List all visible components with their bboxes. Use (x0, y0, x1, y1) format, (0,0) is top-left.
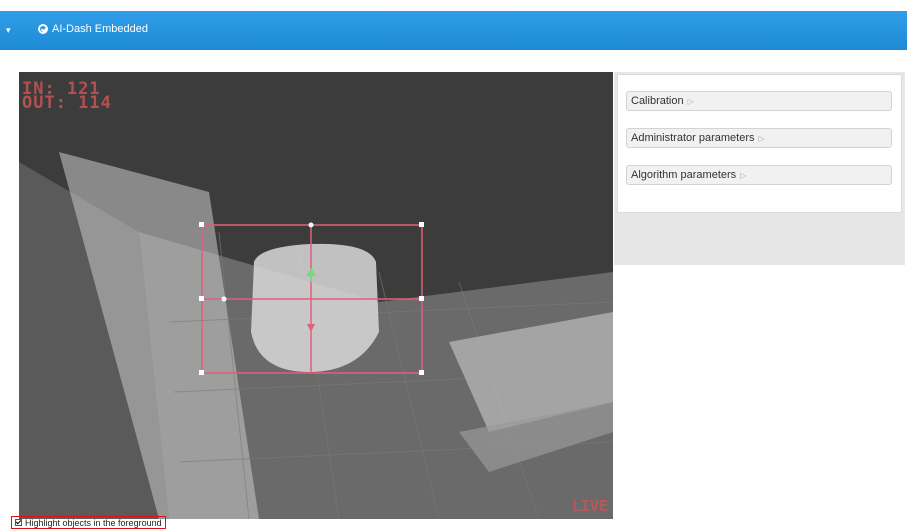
highlight-checkbox[interactable] (15, 519, 22, 526)
counter-overlay: IN: 121 OUT: 114 (22, 81, 112, 113)
triangle-right-icon: ▷ (687, 96, 694, 106)
highlight-foreground-option[interactable]: Highlight objects in the foreground (11, 516, 166, 529)
out-count: OUT: 114 (22, 93, 112, 113)
highlight-label: Highlight objects in the foreground (25, 517, 162, 528)
settings-panel: Calibration ▷ Administrator parameters ▷… (617, 74, 902, 213)
algorithm-parameters-label: Algorithm parameters (631, 169, 737, 181)
triangle-right-icon: ▷ (758, 133, 765, 143)
app-title: AI-Dash Embedded (52, 23, 148, 35)
administrator-parameters-button[interactable]: Administrator parameters ▷ (626, 128, 892, 148)
top-navbar: ▾ AI-Dash Embedded (0, 11, 907, 50)
administrator-parameters-label: Administrator parameters (631, 132, 755, 144)
brand-link[interactable]: AI-Dash Embedded (38, 23, 148, 35)
calibration-button[interactable]: Calibration ▷ (626, 91, 892, 111)
caret-down-icon[interactable]: ▾ (6, 25, 11, 36)
calibration-label: Calibration (631, 95, 684, 107)
video-feed[interactable]: IN: 121 OUT: 114 LIVE (19, 72, 613, 519)
live-indicator: LIVE (571, 497, 608, 515)
camera-scene (19, 72, 613, 519)
triangle-right-icon: ▷ (740, 170, 747, 180)
algorithm-parameters-button[interactable]: Algorithm parameters ▷ (626, 165, 892, 185)
check-circle-icon (38, 24, 48, 34)
